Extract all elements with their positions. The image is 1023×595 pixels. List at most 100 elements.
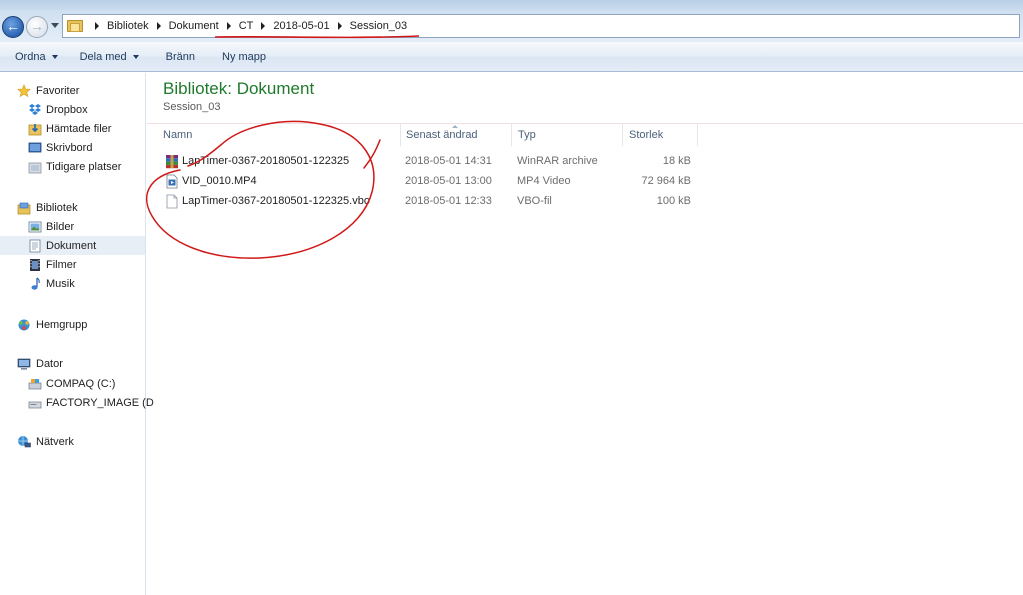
libraries-icon — [17, 202, 31, 215]
column-divider[interactable] — [622, 124, 623, 146]
sidebar-item-documents[interactable]: Dokument — [0, 236, 145, 255]
breadcrumb-separator-icon[interactable] — [226, 22, 231, 30]
sidebar-item-label: Dropbox — [46, 103, 88, 116]
file-type: MP4 Video — [517, 175, 571, 187]
file-modified: 2018-05-01 12:33 — [405, 195, 492, 207]
column-header-size[interactable]: Storlek — [629, 124, 694, 146]
file-name: LapTimer-0367-20180501-122325 — [182, 155, 350, 167]
arrow-right-icon: → — [30, 18, 44, 34]
sidebar-item-label: Dokument — [46, 239, 97, 252]
sidebar-item-label: COMPAQ (C:) — [46, 377, 116, 390]
file-type: VBO-fil — [517, 195, 552, 207]
sidebar-item-desktop[interactable]: Skrivbord — [0, 138, 145, 157]
new-folder-label: Ny mapp — [222, 50, 267, 63]
breadcrumb-item[interactable]: 2018-05-01 — [273, 20, 329, 32]
dropbox-icon — [29, 104, 41, 115]
library-subtitle: Session_03 — [163, 101, 221, 113]
music-note-icon — [31, 277, 40, 290]
column-header-modified[interactable]: Senast ändrad — [406, 124, 511, 146]
sidebar-item-label: Favoriter — [36, 84, 80, 97]
file-name: LapTimer-0367-20180501-122325.vbo — [182, 195, 370, 207]
caret-down-icon — [51, 54, 58, 59]
sidebar-item-favorites[interactable]: Favoriter — [0, 81, 145, 100]
sidebar-item-drive-d[interactable]: FACTORY_IMAGE (D — [0, 393, 154, 412]
sidebar-item-homegroup[interactable]: Hemgrupp — [0, 315, 145, 334]
burn-button[interactable]: Bränn — [166, 42, 195, 72]
red-underline-annotation — [214, 35, 420, 39]
file-size: 100 kB — [656, 195, 691, 207]
sidebar-item-downloads[interactable]: Hämtade filer — [0, 119, 145, 138]
file-name: VID_0010.MP4 — [182, 175, 257, 187]
sidebar-item-videos[interactable]: Filmer — [0, 255, 145, 274]
new-folder-button[interactable]: Ny mapp — [222, 42, 266, 72]
column-divider[interactable] — [697, 124, 698, 146]
sidebar-item-label: Bilder — [46, 220, 75, 233]
recent-locations-dropdown[interactable] — [51, 23, 59, 28]
address-bar[interactable]: Bibliotek Dokument CT 2018-05-01 Session… — [62, 14, 1020, 38]
documents-library-icon — [29, 239, 41, 253]
sidebar-item-libraries[interactable]: Bibliotek — [0, 198, 145, 217]
sidebar-item-music[interactable]: Musik — [0, 274, 145, 293]
burn-label: Bränn — [165, 50, 196, 63]
forward-button[interactable]: → — [26, 16, 48, 38]
file-modified: 2018-05-01 13:00 — [405, 175, 492, 187]
sidebar-item-label: Filmer — [46, 258, 77, 271]
sidebar-item-computer[interactable]: Dator — [0, 354, 145, 373]
column-divider[interactable] — [511, 124, 512, 146]
computer-icon — [17, 358, 31, 370]
breadcrumb-item[interactable]: CT — [239, 20, 254, 32]
library-title: Bibliotek: Dokument — [163, 79, 315, 98]
sidebar-item-label: Bibliotek — [36, 201, 78, 214]
sidebar-item-drive-c[interactable]: COMPAQ (C:) — [0, 374, 145, 393]
sidebar-item-label: Musik — [46, 277, 75, 290]
column-header-type[interactable]: Typ — [518, 124, 623, 146]
star-icon — [17, 84, 31, 98]
command-toolbar: Ordna Dela med Bränn Ny mapp — [0, 42, 1023, 72]
sidebar-item-label: Tidigare platser — [46, 160, 122, 173]
desktop-icon — [28, 142, 42, 153]
homegroup-icon — [18, 319, 30, 331]
video-file-icon — [166, 174, 178, 189]
file-size: 18 kB — [662, 155, 691, 167]
caret-down-icon — [132, 54, 139, 59]
table-row[interactable]: VID_0010.MP4 2018-05-01 13:00 MP4 Video … — [165, 172, 705, 191]
breadcrumb-separator-icon[interactable] — [261, 22, 266, 30]
hard-drive-icon — [28, 379, 42, 390]
file-size: 72 964 kB — [641, 175, 691, 187]
network-icon — [18, 436, 31, 448]
downloads-folder-icon — [28, 124, 42, 136]
share-label: Dela med — [79, 50, 127, 63]
sidebar-item-label: Hämtade filer — [46, 122, 112, 135]
sidebar-item-network[interactable]: Nätverk — [0, 432, 145, 451]
sidebar-item-recent-places[interactable]: Tidigare platser — [0, 157, 145, 176]
column-divider[interactable] — [400, 124, 401, 146]
pictures-library-icon — [28, 221, 42, 233]
organize-button[interactable]: Ordna — [15, 42, 58, 72]
sidebar-item-label: FACTORY_IMAGE (D — [46, 396, 154, 409]
file-list-pane: Bibliotek: Dokument Session_03 Namn Sena… — [147, 73, 1023, 595]
breadcrumb-separator-icon[interactable] — [95, 22, 99, 30]
sidebar-item-label: Hemgrupp — [36, 318, 88, 331]
navigation-bar: ← → Bibliotek Dokument CT 2018-05-01 Ses… — [0, 10, 1023, 42]
back-button[interactable]: ← — [2, 16, 24, 38]
organize-label: Ordna — [15, 50, 46, 63]
winrar-archive-icon — [166, 155, 178, 169]
column-header-name[interactable]: Namn — [163, 124, 399, 146]
breadcrumb-item[interactable]: Session_03 — [350, 20, 408, 32]
breadcrumb-separator-icon[interactable] — [156, 22, 161, 30]
file-type: WinRAR archive — [517, 155, 598, 167]
arrow-left-icon: ← — [6, 18, 20, 34]
breadcrumb-separator-icon[interactable] — [337, 22, 342, 30]
share-with-button[interactable]: Dela med — [80, 42, 139, 72]
blank-file-icon — [166, 194, 178, 209]
sidebar-item-pictures[interactable]: Bilder — [0, 217, 145, 236]
breadcrumb-item[interactable]: Dokument — [169, 20, 219, 32]
navigation-pane: Favoriter Dropbox Hämtade filer Skrivbor… — [0, 73, 154, 595]
sidebar-item-label: Nätverk — [36, 435, 74, 448]
videos-library-icon — [30, 259, 40, 271]
table-row[interactable]: LapTimer-0367-20180501-122325 2018-05-01… — [165, 152, 705, 171]
sidebar-item-label: Skrivbord — [46, 141, 93, 154]
table-row[interactable]: LapTimer-0367-20180501-122325.vbo 2018-0… — [165, 192, 705, 211]
breadcrumb-item[interactable]: Bibliotek — [107, 20, 149, 32]
sidebar-item-dropbox[interactable]: Dropbox — [0, 100, 145, 119]
